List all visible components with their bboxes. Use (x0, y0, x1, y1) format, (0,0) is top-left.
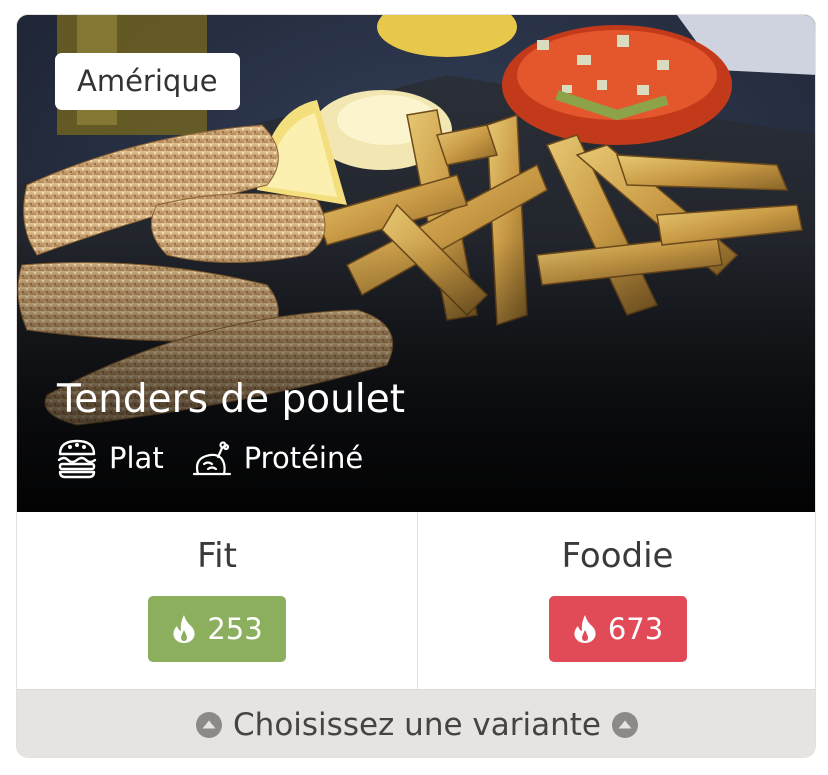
variant-fit[interactable]: Fit 253 (17, 512, 417, 689)
choose-variant-label: Choisissez une variante (233, 706, 601, 743)
variant-foodie-name: Foodie (561, 536, 674, 576)
flame-icon (173, 615, 195, 643)
tag-category-label: Plat (109, 441, 164, 475)
burger-icon (57, 439, 97, 479)
variant-foodie-calories-badge: 673 (548, 596, 687, 662)
variant-options: Fit 253 Foodie 673 (17, 512, 815, 689)
variant-fit-calories-badge: 253 (148, 596, 286, 662)
recipe-title[interactable]: Tenders de poulet (57, 375, 405, 425)
recipe-card[interactable]: Amérique Tenders de poulet Plat Protéiné… (16, 14, 816, 758)
region-badge: Amérique (55, 53, 240, 110)
variant-foodie-calories: 673 (607, 612, 664, 646)
variant-fit-calories: 253 (207, 612, 263, 646)
choose-variant-button[interactable]: Choisissez une variante (17, 689, 815, 757)
recipe-tags: Plat Protéiné (55, 435, 389, 481)
recipe-photo[interactable]: Amérique Tenders de poulet Plat Protéiné (17, 15, 815, 512)
tag-nutrition: Protéiné (190, 436, 364, 480)
flame-icon (574, 615, 596, 643)
variant-fit-name: Fit (197, 536, 237, 576)
variant-foodie[interactable]: Foodie 673 (417, 512, 815, 689)
triangle-up-icon (196, 711, 223, 738)
roast-chicken-icon (192, 441, 231, 476)
tag-category: Plat (55, 436, 164, 480)
triangle-up-icon (611, 711, 638, 738)
tag-nutrition-label: Protéiné (243, 441, 364, 475)
